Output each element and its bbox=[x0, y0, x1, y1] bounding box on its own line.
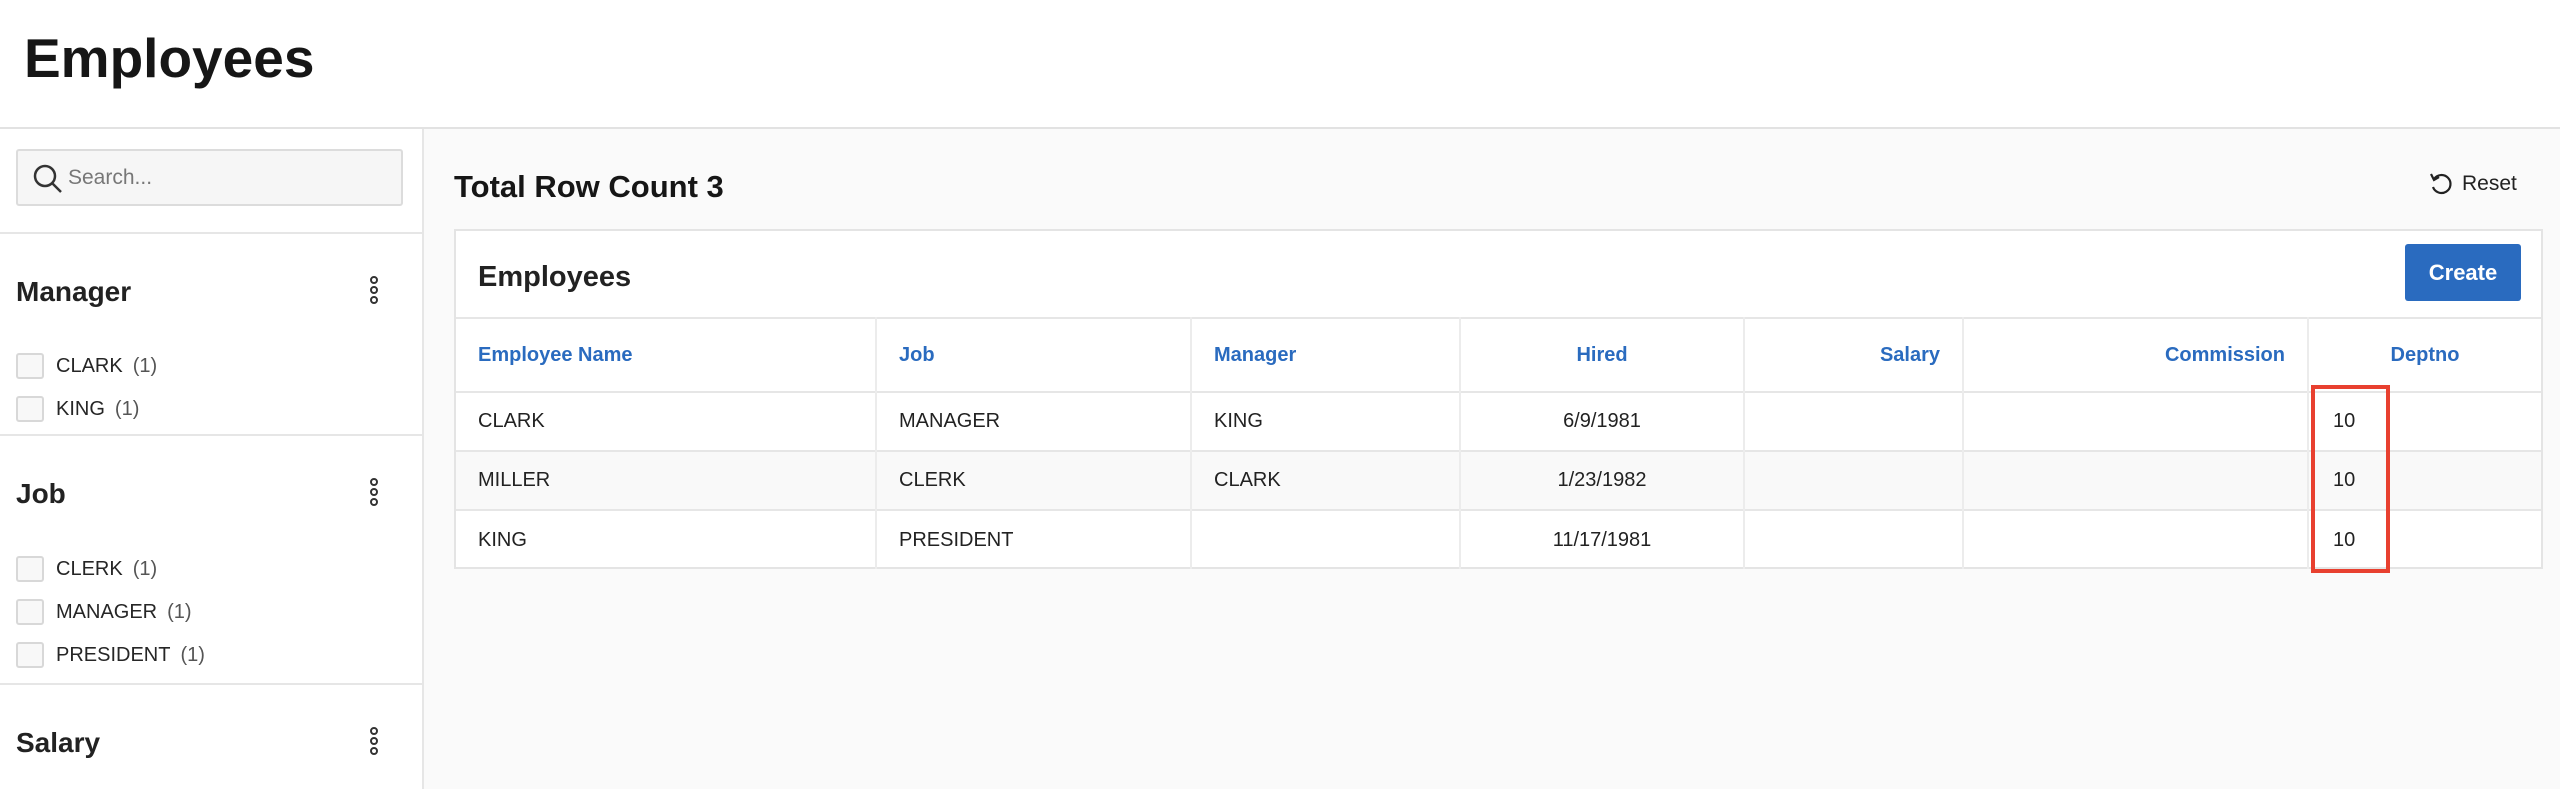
column-header-employee-name[interactable]: Employee Name bbox=[456, 317, 877, 392]
cell-hired: 1/23/1982 bbox=[1460, 450, 1745, 510]
cell-employee-name: KING bbox=[456, 509, 877, 569]
cell-employee-name: MILLER bbox=[456, 450, 877, 510]
main-content: Total Row Count 3 Reset Employees Create… bbox=[424, 129, 2560, 789]
column-header-job[interactable]: Job bbox=[876, 317, 1192, 392]
cell-hired: 11/17/1981 bbox=[1460, 509, 1745, 569]
search-icon bbox=[33, 164, 62, 193]
cell-manager: CLARK bbox=[1191, 450, 1461, 510]
facet-job: Job CLERK (1) MANAGER (1) PRESIDENT (1) bbox=[0, 434, 422, 684]
option-count: (1) bbox=[132, 557, 158, 580]
cell-salary bbox=[1744, 509, 1964, 569]
option-label: CLERK bbox=[56, 557, 123, 580]
cell-salary bbox=[1744, 450, 1964, 510]
more-options-icon[interactable] bbox=[364, 725, 384, 759]
more-options-icon[interactable] bbox=[364, 476, 384, 510]
column-header-hired[interactable]: Hired bbox=[1460, 317, 1745, 392]
option-count: (1) bbox=[167, 600, 192, 623]
search-input[interactable] bbox=[68, 159, 388, 197]
facet-option-manager[interactable]: MANAGER (1) bbox=[16, 597, 192, 627]
faceted-search-sidebar: Manager CLARK (1) KING (1) Job CLERK (1) MA… bbox=[0, 129, 424, 789]
more-options-icon[interactable] bbox=[364, 274, 384, 308]
option-label: CLARK bbox=[56, 354, 123, 377]
cell-commission bbox=[1963, 509, 2309, 569]
checkbox[interactable] bbox=[16, 556, 44, 582]
checkbox[interactable] bbox=[16, 599, 44, 625]
facet-option-clark[interactable]: CLARK (1) bbox=[16, 351, 157, 381]
option-label: KING bbox=[56, 397, 105, 420]
cell-job: PRESIDENT bbox=[876, 509, 1192, 569]
checkbox[interactable] bbox=[16, 396, 44, 422]
option-label: MANAGER bbox=[56, 600, 158, 623]
cell-employee-name: CLARK bbox=[456, 391, 877, 451]
cell-deptno: 10 bbox=[2308, 450, 2541, 510]
page-title: Employees bbox=[24, 27, 315, 89]
facet-title: Salary bbox=[16, 727, 101, 758]
table-row: KING PRESIDENT 11/17/1981 10 bbox=[456, 509, 2541, 569]
cell-commission bbox=[1963, 391, 2309, 451]
table-header-row: Employee Name Job Manager Hired Salary C… bbox=[456, 317, 2541, 392]
cell-salary bbox=[1744, 391, 1964, 451]
reset-button[interactable]: Reset bbox=[2428, 171, 2517, 197]
cell-manager: KING bbox=[1191, 391, 1461, 451]
cell-hired: 6/9/1981 bbox=[1460, 391, 1745, 451]
cell-deptno: 10 bbox=[2308, 391, 2541, 451]
option-count: (1) bbox=[180, 643, 205, 666]
checkbox[interactable] bbox=[16, 353, 44, 379]
facet-title: Job bbox=[16, 478, 66, 509]
column-header-salary[interactable]: Salary bbox=[1744, 317, 1964, 392]
cell-job: CLERK bbox=[876, 450, 1192, 510]
facet-option-president[interactable]: PRESIDENT (1) bbox=[16, 640, 205, 670]
reset-icon bbox=[2430, 173, 2452, 195]
employees-report-region: Employees Create Employee Name Job Manag… bbox=[454, 229, 2543, 569]
reset-label: Reset bbox=[2462, 172, 2517, 195]
create-button[interactable]: Create bbox=[2405, 244, 2521, 301]
facet-option-clerk[interactable]: CLERK (1) bbox=[16, 554, 157, 584]
facet-option-king[interactable]: KING (1) bbox=[16, 394, 139, 424]
table-row: CLARK MANAGER KING 6/9/1981 10 bbox=[456, 391, 2541, 451]
table-row: MILLER CLERK CLARK 1/23/1982 10 bbox=[456, 450, 2541, 510]
column-header-commission[interactable]: Commission bbox=[1963, 317, 2309, 392]
facet-title: Manager bbox=[16, 276, 132, 307]
region-title: Employees bbox=[478, 261, 632, 293]
option-count: (1) bbox=[132, 354, 158, 377]
employees-table: Employee Name Job Manager Hired Salary C… bbox=[456, 317, 2541, 569]
cell-job: MANAGER bbox=[876, 391, 1192, 451]
cell-commission bbox=[1963, 450, 2309, 510]
cell-deptno: 10 bbox=[2308, 509, 2541, 569]
column-header-deptno[interactable]: Deptno bbox=[2308, 317, 2541, 392]
option-count: (1) bbox=[114, 397, 140, 420]
checkbox[interactable] bbox=[16, 642, 44, 668]
total-row-count: Total Row Count 3 bbox=[454, 169, 724, 204]
facet-salary: Salary bbox=[0, 683, 422, 793]
column-header-manager[interactable]: Manager bbox=[1191, 317, 1461, 392]
search-field[interactable] bbox=[16, 149, 403, 206]
option-label: PRESIDENT bbox=[56, 643, 171, 666]
cell-manager bbox=[1191, 509, 1461, 569]
